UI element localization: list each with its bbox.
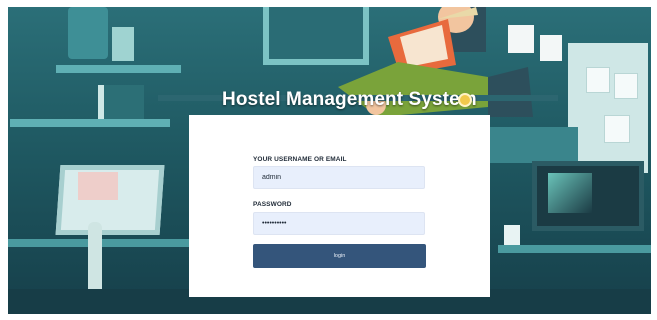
pinned-note [604, 115, 630, 143]
login-card: YOUR USERNAME OR EMAIL PASSWORD login [189, 115, 490, 297]
sticky-note [508, 25, 534, 53]
books-decoration [98, 85, 144, 119]
username-label: YOUR USERNAME OR EMAIL [253, 156, 347, 163]
speaker-decoration [68, 7, 108, 59]
pinned-note [586, 67, 610, 93]
page-title: Hostel Management System [222, 89, 477, 110]
username-input[interactable] [253, 166, 425, 189]
pencil-cup-decoration [112, 27, 134, 61]
password-label: PASSWORD [253, 201, 292, 208]
pinboard-decoration [568, 43, 648, 173]
bookshelf-decoration [10, 119, 170, 127]
page: Hostel Management System YOUR USERNAME O… [0, 0, 657, 320]
pinned-note [614, 73, 638, 99]
monitor-glow [548, 173, 592, 213]
sticky-note [540, 35, 562, 61]
lamp-icon [458, 93, 472, 107]
login-button[interactable]: login [253, 244, 426, 268]
bed-mattress-decoration [488, 127, 578, 163]
password-input[interactable] [253, 212, 425, 235]
desk-decoration [498, 245, 651, 253]
wall-shelf [56, 65, 181, 73]
laptop-screen-glow [78, 172, 118, 200]
mug-decoration [504, 225, 520, 245]
